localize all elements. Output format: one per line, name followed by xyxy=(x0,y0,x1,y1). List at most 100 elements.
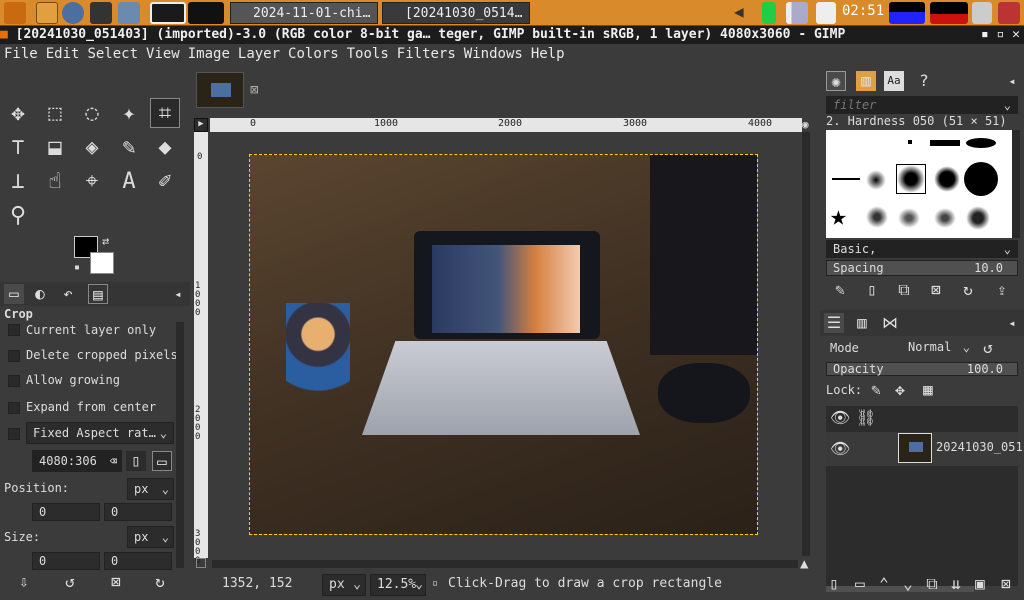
current-layer-only-checkbox[interactable] xyxy=(8,324,20,336)
duplicate-layer-icon[interactable]: ⧉ xyxy=(922,574,942,594)
new-layer-icon[interactable]: ▯ xyxy=(824,574,844,594)
restore-options-icon[interactable]: ↺ xyxy=(60,572,80,592)
mask-layer-icon[interactable]: ▣ xyxy=(970,574,990,594)
paintbrush-tool-icon[interactable]: ✎ xyxy=(114,132,144,162)
zoom-tool-icon[interactable]: ⚲ xyxy=(3,200,33,230)
brush-item[interactable] xyxy=(930,140,960,146)
size-unit-combo[interactable]: px ⌄ xyxy=(127,526,174,548)
menu-colors[interactable]: Colors xyxy=(284,44,343,64)
composite-mode-icon[interactable]: ↺ xyxy=(978,338,998,358)
refresh-brushes-icon[interactable]: ↻ xyxy=(958,280,978,300)
navigate-icon[interactable] xyxy=(196,558,206,568)
clear-icon[interactable]: ⌫ xyxy=(110,451,117,471)
opacity-slider[interactable]: Opacity 100.0 xyxy=(826,362,1018,376)
open-brush-icon[interactable]: ⇪ xyxy=(992,280,1012,300)
new-brush-icon[interactable]: ▯ xyxy=(862,280,882,300)
menu-image[interactable]: Image xyxy=(184,44,234,64)
fixed-aspect-checkbox[interactable] xyxy=(8,428,20,440)
crop-tool-icon[interactable]: ⌗ xyxy=(150,98,180,128)
expand-center-checkbox[interactable] xyxy=(8,402,20,414)
horizontal-scrollbar[interactable] xyxy=(212,560,798,568)
layers-tab-icon[interactable]: ☰ xyxy=(824,313,844,333)
delete-cropped-checkbox[interactable] xyxy=(8,350,20,362)
background-color[interactable] xyxy=(90,252,114,274)
brush-item[interactable] xyxy=(966,206,990,230)
brush-item[interactable] xyxy=(832,178,860,180)
browser-icon[interactable] xyxy=(62,2,84,24)
unit-combo[interactable]: px ⌄ xyxy=(322,574,366,596)
delete-layer-icon[interactable]: ⊠ xyxy=(996,574,1016,594)
text-tool-icon[interactable]: A xyxy=(114,166,144,196)
cancel-action-icon[interactable]: ▫ xyxy=(432,578,438,589)
tool-options-tab-icon[interactable]: ▭ xyxy=(4,284,24,304)
position-unit-combo[interactable]: px ⌄ xyxy=(127,478,174,500)
images-tab-icon[interactable]: ▤ xyxy=(88,284,108,304)
paths-tool-icon[interactable]: ⌖ xyxy=(77,166,107,196)
configure-tab-icon[interactable]: ◂ xyxy=(1002,71,1022,91)
task-file-manager[interactable]: 2024-11-01-chi… xyxy=(230,2,378,24)
bucket-fill-tool-icon[interactable]: ◈ xyxy=(77,132,107,162)
fixed-aspect-combo[interactable]: Fixed Aspect rat… ⌄ xyxy=(26,422,174,444)
brush-star-icon[interactable]: ★ xyxy=(830,202,847,230)
lock-alpha-icon[interactable]: ▦ xyxy=(918,380,938,400)
desktop-2-icon[interactable] xyxy=(188,2,224,24)
brush-item[interactable] xyxy=(866,206,888,228)
menu-windows[interactable]: Windows xyxy=(460,44,527,64)
battery-icon[interactable] xyxy=(762,2,776,24)
network-icon[interactable] xyxy=(786,2,808,24)
allow-growing-checkbox[interactable] xyxy=(8,375,20,387)
duplicate-brush-icon[interactable]: ⧉ xyxy=(894,280,914,300)
layer-name[interactable]: 20241030_051 xyxy=(936,440,1023,454)
align-tool-icon[interactable]: ⊤ xyxy=(3,132,33,162)
lasso-tool-icon[interactable]: ◌ xyxy=(77,98,107,128)
brush-item[interactable] xyxy=(966,138,996,148)
brush-item[interactable] xyxy=(908,140,912,144)
window-titlebar[interactable]: ■ [20241030_051403] (imported)-3.0 (RGB … xyxy=(0,26,1024,44)
reset-options-icon[interactable]: ↻ xyxy=(150,572,170,592)
patterns-tab-icon[interactable]: ▥ xyxy=(856,71,876,91)
close-tab-icon[interactable]: ⊠ xyxy=(250,82,258,98)
vertical-scrollbar[interactable] xyxy=(802,132,810,556)
portrait-icon[interactable]: ▯ xyxy=(126,451,146,471)
size-x-input[interactable]: 0 xyxy=(32,552,100,570)
menu-filters[interactable]: Filters xyxy=(393,44,460,64)
new-group-icon[interactable]: ▭ xyxy=(850,574,870,594)
brush-item[interactable] xyxy=(866,170,886,190)
position-x-input[interactable]: 0 xyxy=(32,503,100,521)
edit-brush-icon[interactable]: ✎ xyxy=(830,280,850,300)
brush-item-selected[interactable] xyxy=(896,164,926,194)
delete-options-icon[interactable]: ⊠ xyxy=(106,572,126,592)
menu-view[interactable]: View xyxy=(142,44,184,64)
navigate-arrow-icon[interactable]: ▲ xyxy=(800,556,808,572)
brush-grid[interactable]: ★ xyxy=(826,130,1012,238)
save-options-icon[interactable]: ⇩ xyxy=(14,572,34,592)
smudge-tool-icon[interactable]: ☝ xyxy=(40,166,70,196)
position-y-input[interactable]: 0 xyxy=(104,503,172,521)
fonts-tab-icon[interactable]: Aa xyxy=(884,71,904,91)
brushes-tab-icon[interactable]: ✺ xyxy=(826,71,846,91)
device-status-tab-icon[interactable]: ◐ xyxy=(30,284,50,304)
fuzzy-select-tool-icon[interactable]: ✦ xyxy=(114,98,144,128)
raise-layer-icon[interactable]: ⌃ xyxy=(874,574,894,594)
clock[interactable]: 02:51 xyxy=(842,3,884,19)
anchor-layer-icon[interactable]: ⇊ xyxy=(946,574,966,594)
aspect-ratio-input[interactable]: 4080:306 ⌫ xyxy=(32,450,122,472)
lock-position-icon[interactable]: ✥ xyxy=(890,380,910,400)
desktop-1-icon[interactable] xyxy=(150,2,186,24)
image-tab-thumbnail[interactable] xyxy=(196,72,244,108)
channels-tab-icon[interactable]: ▥ xyxy=(852,313,872,333)
configure-tab-icon[interactable]: ◂ xyxy=(1002,313,1022,333)
delete-brush-icon[interactable]: ⊠ xyxy=(926,280,946,300)
quick-mask-icon[interactable]: ▶ xyxy=(194,118,208,132)
menu-select[interactable]: Select xyxy=(83,44,142,64)
app-menu-icon[interactable] xyxy=(4,2,26,24)
tool-options-scrollbar[interactable] xyxy=(176,322,184,568)
volume-icon[interactable]: ◀ xyxy=(734,2,750,24)
menu-file[interactable]: File xyxy=(0,44,42,64)
menu-help[interactable]: Help xyxy=(527,44,569,64)
zoom-combo[interactable]: 12.5% ⌄ xyxy=(370,574,426,596)
brush-grid-scrollbar[interactable] xyxy=(1012,130,1020,238)
brush-tag-input[interactable]: Basic, ⌄ xyxy=(826,240,1018,258)
undo-history-tab-icon[interactable]: ↶ xyxy=(58,284,78,304)
warp-tool-icon[interactable]: ⬓ xyxy=(40,132,70,162)
